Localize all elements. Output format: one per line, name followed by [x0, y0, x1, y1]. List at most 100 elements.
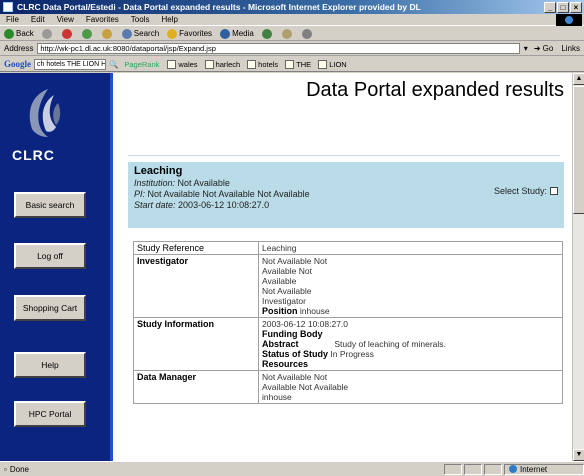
shopping-cart-button[interactable]: Shopping Cart	[14, 295, 86, 321]
logo-text: CLRC	[12, 147, 55, 163]
back-button[interactable]: Back	[4, 28, 34, 39]
refresh-icon	[81, 28, 92, 39]
print-icon	[301, 28, 312, 39]
google-logo[interactable]: Google	[4, 59, 31, 69]
scroll-thumb[interactable]	[573, 86, 584, 214]
bookmark-label: THE	[296, 59, 312, 69]
pi-value: Not Available Not Available Not Availabl…	[147, 189, 310, 199]
windows-logo-icon	[556, 14, 582, 26]
home-button[interactable]	[101, 28, 114, 39]
security-zone: Internet	[504, 463, 584, 475]
google-search-icon[interactable]: 🔍	[109, 60, 118, 69]
status-text: Done	[9, 464, 29, 474]
position-value: inhouse	[299, 306, 330, 316]
divider	[128, 155, 560, 156]
study-reference-label: Study Reference	[133, 241, 259, 255]
help-button[interactable]: Help	[14, 352, 86, 378]
table-row: Study Reference Leaching	[133, 241, 563, 255]
go-button[interactable]: ➜ Go	[534, 44, 554, 53]
links-button[interactable]: Links	[561, 44, 580, 53]
media-label: Media	[232, 29, 254, 38]
forward-button[interactable]	[41, 28, 54, 39]
stop-button[interactable]	[61, 28, 74, 39]
bookmark-hotels[interactable]: hotels	[247, 59, 278, 69]
select-study: Select Study:	[494, 186, 558, 196]
bookmark-the[interactable]: THE	[285, 59, 312, 69]
status-cell	[444, 463, 462, 475]
stop-icon	[61, 28, 72, 39]
favorites-button[interactable]: Favorites	[167, 28, 213, 39]
maximize-button[interactable]: □	[557, 1, 569, 13]
page-title: Data Portal expanded results	[306, 79, 564, 101]
funding-body-label: Funding Body	[262, 329, 323, 339]
window-title: CLRC Data Portal/Estedi - Data Portal ex…	[17, 2, 421, 12]
data-manager-value: Not Available Not Available Not Availabl…	[258, 370, 563, 404]
favorites-label: Favorites	[179, 29, 213, 38]
scroll-down-arrow-icon[interactable]: ▼	[573, 449, 584, 461]
study-info-date: 2003-06-12 10:08:27.0	[262, 319, 349, 329]
bookmark-lion[interactable]: LION	[318, 59, 347, 69]
data-manager-line: Available Not Available	[262, 382, 349, 392]
standard-toolbar: Back Search Favorites Media	[0, 27, 584, 41]
menu-view[interactable]: View	[57, 15, 74, 24]
highlight-icon	[247, 59, 257, 69]
select-study-checkbox[interactable]	[550, 187, 558, 195]
media-button[interactable]: Media	[220, 28, 254, 39]
menu-help[interactable]: Help	[161, 15, 177, 24]
abstract-value: Study of leaching of minerals.	[334, 339, 446, 349]
menu-edit[interactable]: Edit	[31, 15, 45, 24]
basic-search-button[interactable]: Basic search	[14, 192, 86, 218]
bookmark-wales[interactable]: wales	[167, 59, 198, 69]
status-row: Status of Study In Progress	[262, 349, 559, 359]
address-bar: Address http://wk-pc1.dl.ac.uk:8080/data…	[0, 42, 584, 56]
close-button[interactable]: ×	[570, 1, 582, 13]
media-icon	[220, 28, 231, 39]
dropdown-arrow-icon[interactable]: ▾	[524, 44, 528, 53]
bookmark-harlech[interactable]: harlech	[204, 59, 240, 69]
forward-arrow-icon	[41, 28, 52, 39]
investigator-line: Not Available	[262, 286, 312, 296]
status-of-study-label: Status of Study	[262, 349, 329, 359]
history-icon	[261, 28, 272, 39]
minimize-button[interactable]: _	[544, 1, 556, 13]
start-date-label: Start date:	[134, 200, 176, 210]
menu-file[interactable]: File	[6, 15, 19, 24]
resources-label: Resources	[262, 359, 309, 369]
study-reference-value: Leaching	[258, 241, 563, 255]
table-row: Investigator Not Available Not Available…	[133, 254, 563, 318]
scroll-up-arrow-icon[interactable]: ▲	[573, 73, 584, 85]
start-date-line: Start date: 2003-06-12 10:08:27.0	[134, 200, 558, 211]
history-button[interactable]	[261, 28, 274, 39]
search-button[interactable]: Search	[121, 28, 160, 39]
menu-favorites[interactable]: Favorites	[86, 15, 119, 24]
start-date-value: 2003-06-12 10:08:27.0	[178, 200, 270, 210]
sidebar: CLRC Basic search Log off Shopping Cart …	[0, 73, 113, 461]
investigator-label: Investigator	[133, 254, 259, 318]
menu-tools[interactable]: Tools	[131, 15, 150, 24]
highlight-icon	[167, 59, 177, 69]
vertical-scrollbar[interactable]: ▲ ▼	[572, 73, 584, 461]
data-manager-line: inhouse	[262, 392, 292, 402]
study-details-table: Study Reference Leaching Investigator No…	[133, 241, 563, 404]
study-information-label: Study Information	[133, 317, 259, 371]
table-row: Data Manager Not Available Not Available…	[133, 370, 563, 404]
refresh-button[interactable]	[81, 28, 94, 39]
position-row: Position inhouse	[262, 306, 559, 316]
google-toolbar: Google ch hotels THE LION HOTEL 🔍 PageRa…	[0, 57, 584, 72]
status-bar: ▫ Done Internet	[0, 461, 584, 476]
log-off-button[interactable]: Log off	[14, 243, 86, 269]
google-search-input[interactable]: ch hotels THE LION HOTEL	[34, 58, 106, 70]
search-label: Search	[133, 29, 160, 38]
bookmark-label: LION	[329, 59, 347, 69]
mail-button[interactable]	[281, 28, 294, 39]
investigator-line: Available	[262, 276, 297, 286]
abstract-label: Abstract	[262, 339, 299, 349]
hpc-portal-button[interactable]: HPC Portal	[14, 401, 86, 427]
status-cell	[484, 463, 502, 475]
address-input[interactable]: http://wk-pc1.dl.ac.uk:8080/dataportal/j…	[37, 43, 520, 54]
status-cell	[464, 463, 482, 475]
clrc-logo: CLRC	[10, 83, 72, 163]
back-label: Back	[16, 29, 34, 38]
pagerank-label[interactable]: PageRank	[124, 60, 159, 69]
print-button[interactable]	[301, 28, 314, 39]
